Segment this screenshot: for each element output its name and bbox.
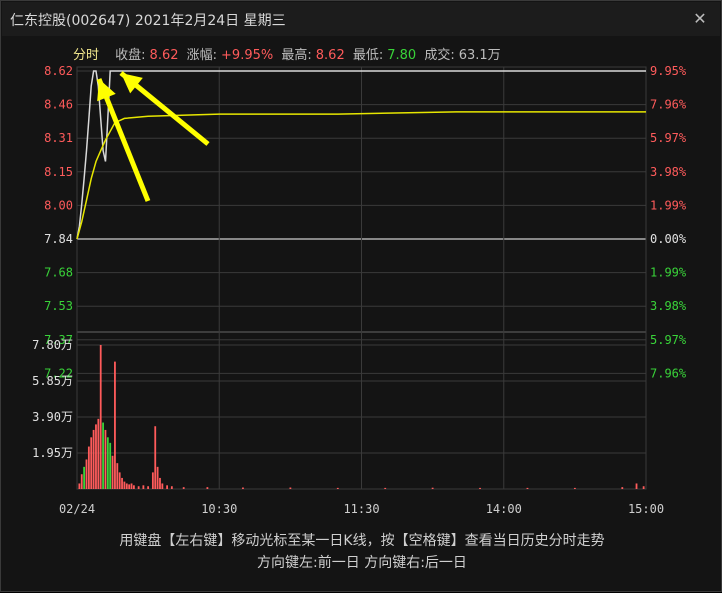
volume-bar [111, 455, 114, 489]
volume-tick-label: 1.95万 [32, 446, 73, 460]
volume-bar [123, 481, 126, 489]
volume-bar [133, 485, 135, 489]
volume-bar [128, 484, 131, 489]
price-tick-label: 7.84 [44, 232, 73, 246]
axis-labels: 8.62 9.95% 8.46 7.96% 8.31 5.97% 8.15 3.98% 8.00… [32, 64, 687, 516]
hint-line-2: 方向键左:前一日 方向键右:后一日 [257, 555, 467, 571]
percent-tick-label: 1.99% [650, 198, 687, 212]
volume-bar [635, 483, 638, 489]
volume-bar [87, 446, 90, 489]
volume-bar [151, 472, 154, 489]
volume-bar [85, 459, 88, 489]
volume-bar [289, 487, 292, 489]
percent-tick-label: 9.95% [650, 64, 687, 78]
volume-bar [642, 486, 645, 489]
time-tick-label: 10:30 [201, 502, 237, 516]
volume-bar [83, 466, 86, 489]
hint-line-1: 用键盘【左右键】移动光标至某一日K线，按【空格键】查看当日历史分时走势 [119, 533, 605, 549]
volume-tick-label: 3.90万 [32, 410, 73, 424]
volume-bar [109, 442, 112, 489]
volume-bar [97, 418, 100, 489]
time-tick-label: 14:00 [486, 502, 522, 516]
volume-bar [336, 487, 339, 489]
chart-grid [76, 66, 647, 490]
percent-tick-label: 3.98% [650, 299, 687, 313]
volume-bar [121, 477, 123, 489]
volume-bar [573, 487, 576, 489]
volume-bar [154, 426, 157, 489]
time-tick-label: 15:00 [628, 502, 664, 516]
volume-bar [130, 483, 133, 489]
annotation-arrows [96, 71, 210, 202]
volume-bar [384, 487, 387, 489]
time-tick-label: 11:30 [343, 502, 379, 516]
price-tick-label: 8.00 [44, 198, 73, 212]
volume-bar [116, 463, 119, 489]
volume-bar [170, 486, 173, 489]
volume-bar [156, 466, 159, 489]
volume-bar [621, 487, 624, 489]
price-tick-label: 8.46 [44, 98, 73, 112]
percent-tick-label: 5.97% [650, 333, 687, 347]
volume-bar [118, 472, 121, 489]
volume-tick-label: 7.80万 [32, 338, 73, 352]
volume-bar [125, 483, 128, 489]
volume-bar [99, 345, 102, 489]
price-tick-label: 7.53 [44, 299, 73, 313]
volume-bar [242, 487, 244, 489]
volume-bar [80, 474, 83, 489]
time-tick-label: 02/24 [59, 502, 95, 516]
percent-tick-label: 3.98% [650, 165, 687, 179]
price-tick-label: 8.31 [44, 131, 73, 145]
volume-bar [161, 483, 164, 489]
volume-bar [114, 361, 116, 489]
volume-bar [95, 424, 97, 489]
stock-popup-window: 仁东控股(002647) 2021年2月24日 星期三 ✕ 分时 收盘: 8.62… [0, 0, 722, 592]
intraday-chart[interactable]: 8.62 9.95% 8.46 7.96% 8.31 5.97% 8.15 3.98% 8.00… [1, 1, 722, 593]
volume-bar [526, 487, 529, 489]
volume-bar [137, 486, 140, 489]
price-tick-label: 8.62 [44, 64, 73, 78]
volume-bar [90, 437, 93, 489]
volume-bar [106, 437, 109, 489]
volume-bar [166, 485, 168, 489]
volume-bar [159, 477, 161, 489]
volume-bar [147, 486, 150, 489]
price-tick-label: 7.68 [44, 266, 73, 280]
percent-tick-label: 5.97% [650, 131, 687, 145]
volume-bar [182, 487, 185, 489]
volume-bar [92, 429, 95, 489]
volume-bar [206, 487, 209, 489]
percent-tick-label: 0.00% [650, 232, 687, 246]
volume-bar [78, 483, 81, 489]
volume-bar [431, 487, 434, 489]
volume-bar [479, 487, 481, 489]
percent-tick-label: 7.96% [650, 366, 687, 380]
volume-bar [102, 422, 104, 489]
volume-bar [142, 485, 145, 489]
percent-tick-label: 1.99% [650, 266, 687, 280]
volume-tick-label: 5.85万 [32, 374, 73, 388]
price-tick-label: 8.15 [44, 165, 73, 179]
percent-tick-label: 7.96% [650, 98, 687, 112]
volume-bar [104, 429, 107, 489]
